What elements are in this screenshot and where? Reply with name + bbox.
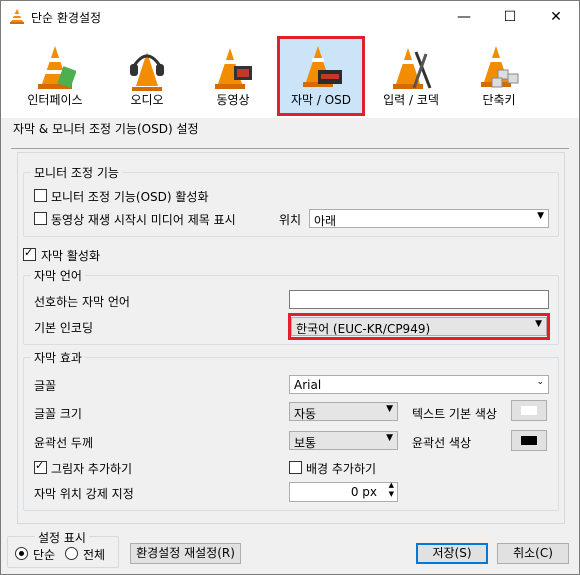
- show-title-checkbox[interactable]: [34, 212, 47, 225]
- vlc-cone-icon: [10, 9, 24, 24]
- position-select[interactable]: 아래 ▼: [309, 209, 549, 228]
- outline-thickness-value: 보통: [294, 436, 317, 450]
- interface-cone-icon: [38, 46, 76, 89]
- font-select[interactable]: Arial ⌄: [289, 375, 549, 394]
- shadow-checkbox[interactable]: [34, 459, 47, 474]
- input-codecs-icon: [393, 48, 432, 89]
- osd-group-legend: 모니터 조정 기능: [31, 164, 122, 181]
- tab-input-codecs-label: 입력 / 코덱: [383, 93, 439, 107]
- window-title: 단순 환경설정: [31, 11, 102, 25]
- tab-hotkeys-label: 단축키: [482, 93, 516, 107]
- all-mode-label: 전체: [83, 548, 106, 562]
- font-value: Arial: [294, 378, 322, 392]
- font-size-label: 글꼴 크기: [34, 407, 82, 421]
- chevron-down-icon: ▼: [537, 211, 544, 221]
- save-button[interactable]: 저장(S): [416, 543, 488, 564]
- tab-interface-label: 인터페이스: [27, 93, 83, 107]
- category-toolbar: 인터페이스 오디오 동영상 자막 / OSD 입력 / 코덱 단축키: [1, 32, 579, 118]
- background-checkbox[interactable]: [289, 461, 302, 474]
- text-color-button[interactable]: [511, 400, 547, 421]
- position-label: 위치: [279, 213, 302, 227]
- tab-hotkeys[interactable]: 단축키: [457, 38, 541, 114]
- effects-group-legend: 자막 효과: [31, 349, 85, 366]
- hotkeys-icon: [481, 46, 519, 88]
- maximize-icon: ☐: [503, 8, 517, 25]
- maximize-button[interactable]: ☐: [487, 1, 533, 32]
- preferred-language-input[interactable]: [289, 290, 549, 309]
- page-title: 자막 & 모니터 조정 기능(OSD) 설정: [13, 122, 199, 136]
- audio-headphones-icon: [130, 52, 164, 91]
- default-encoding-value: 한국어 (EUC-KR/CP949): [296, 322, 431, 336]
- outline-thickness-label: 윤곽선 두께: [34, 436, 94, 450]
- background-label: 배경 추가하기: [306, 462, 377, 476]
- tab-subtitles-osd[interactable]: 자막 / OSD: [277, 36, 365, 116]
- chevron-down-icon: ⌄: [536, 377, 544, 387]
- tab-video[interactable]: 동영상: [191, 38, 275, 114]
- force-position-value: 0 px: [350, 485, 377, 499]
- title-bar: 단순 환경설정 — ☐ ✕: [1, 1, 579, 32]
- simple-mode-label: 단순: [33, 548, 56, 562]
- reset-preferences-button[interactable]: 환경설정 재설정(R): [130, 543, 241, 564]
- all-mode-radio[interactable]: [65, 547, 78, 560]
- chevron-down-icon: ▼: [386, 433, 393, 443]
- outline-color-button[interactable]: [511, 430, 547, 451]
- font-size-value: 자동: [294, 407, 317, 421]
- tab-video-label: 동영상: [216, 93, 250, 107]
- close-button[interactable]: ✕: [533, 1, 579, 32]
- tab-interface[interactable]: 인터페이스: [13, 38, 97, 114]
- enable-osd-label: 모니터 조정 기능(OSD) 활성화: [51, 190, 209, 204]
- show-title-label: 동영상 재생 시작시 미디어 제목 표시: [51, 213, 236, 227]
- font-label: 글꼴: [34, 379, 57, 393]
- enable-osd-checkbox[interactable]: [34, 189, 47, 202]
- force-position-spinbox[interactable]: 0 px ▲ ▼: [289, 481, 398, 502]
- enable-subtitles-label: 자막 활성화: [41, 249, 101, 263]
- outline-thickness-select[interactable]: 보통 ▼: [289, 431, 398, 450]
- video-film-icon: [215, 48, 252, 89]
- preferences-window: 단순 환경설정 — ☐ ✕ 인터페이스 오디오 동영상 자막 / OSD 입력 …: [0, 0, 580, 575]
- font-size-select[interactable]: 자동 ▼: [289, 402, 398, 421]
- cancel-button[interactable]: 취소(C): [497, 543, 569, 564]
- position-value: 아래: [314, 214, 337, 228]
- enable-subtitles-checkbox[interactable]: [23, 246, 36, 261]
- preferred-language-label: 선호하는 자막 언어: [34, 295, 130, 309]
- title-separator: [11, 148, 569, 149]
- minimize-button[interactable]: —: [441, 1, 487, 32]
- force-position-label: 자막 위치 강제 지정: [34, 487, 134, 501]
- chevron-down-icon: ▼: [386, 404, 393, 414]
- shadow-label: 그림자 추가하기: [51, 462, 133, 476]
- display-mode-legend: 설정 표시: [35, 529, 89, 546]
- text-color-label: 텍스트 기본 색상: [412, 407, 497, 421]
- close-icon: ✕: [550, 8, 562, 25]
- default-encoding-select[interactable]: 한국어 (EUC-KR/CP949) ▼: [291, 317, 547, 336]
- subtitles-osd-icon: [303, 46, 342, 87]
- minimize-icon: —: [457, 8, 471, 25]
- default-encoding-label: 기본 인코딩: [34, 321, 94, 335]
- tab-audio[interactable]: 오디오: [105, 38, 189, 114]
- spin-arrows-icon[interactable]: ▲ ▼: [389, 481, 394, 499]
- tab-subtitles-osd-label: 자막 / OSD: [290, 93, 352, 107]
- text-color-swatch: [521, 406, 537, 415]
- outline-color-label: 윤곽선 색상: [412, 436, 472, 450]
- language-group-legend: 자막 언어: [31, 267, 85, 284]
- chevron-down-icon: ▼: [535, 319, 542, 329]
- outline-color-swatch: [521, 436, 537, 445]
- tab-audio-label: 오디오: [130, 93, 164, 107]
- simple-mode-radio[interactable]: [15, 547, 28, 560]
- tab-input-codecs[interactable]: 입력 / 코덱: [369, 38, 453, 114]
